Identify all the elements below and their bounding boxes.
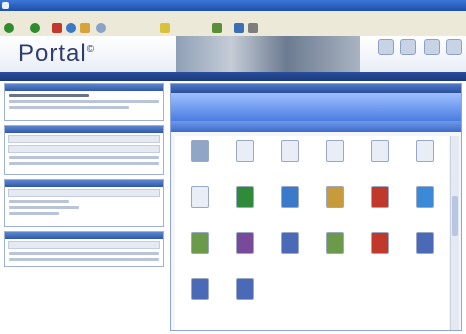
text-document-icon	[236, 140, 254, 162]
text-document-icon	[416, 140, 434, 162]
file-item[interactable]	[269, 230, 309, 270]
file-grid	[175, 136, 449, 330]
file-item[interactable]	[359, 184, 399, 224]
file-item[interactable]	[179, 230, 219, 270]
file-item[interactable]	[314, 230, 354, 270]
document-icon	[416, 232, 434, 254]
file-item[interactable]	[359, 138, 399, 178]
scrollbar-thumb[interactable]	[452, 196, 458, 236]
mail-icon[interactable]	[234, 23, 244, 33]
excel-icon	[236, 186, 254, 208]
web-icon	[416, 186, 434, 208]
media-icon[interactable]	[212, 23, 222, 33]
browser-toolbar	[0, 21, 466, 37]
file-item[interactable]	[224, 184, 264, 224]
portal-nav	[0, 72, 466, 81]
group-news-header	[5, 84, 163, 91]
image-thumbnail-icon	[191, 140, 209, 162]
pdf-icon	[371, 186, 389, 208]
file-item[interactable]	[269, 138, 309, 178]
document-icon	[236, 278, 254, 300]
logo-mark: ©	[86, 44, 96, 55]
logo-text: Portal	[18, 40, 87, 67]
file-item[interactable]	[404, 230, 444, 270]
pdf-icon	[371, 232, 389, 254]
file-item[interactable]	[224, 276, 264, 316]
documents-window	[170, 83, 462, 331]
stop-icon[interactable]	[52, 23, 62, 33]
left-column	[4, 83, 164, 331]
file-item[interactable]	[179, 138, 219, 178]
file-item[interactable]	[404, 184, 444, 224]
search-icon[interactable]	[96, 23, 106, 33]
planning-panel	[4, 231, 164, 267]
document-icon	[281, 232, 299, 254]
document-icon	[191, 278, 209, 300]
refresh-icon[interactable]	[66, 23, 76, 33]
file-item[interactable]	[179, 184, 219, 224]
file-item[interactable]	[314, 184, 354, 224]
text-document-icon	[281, 140, 299, 162]
portal-logo: Portal©	[18, 40, 95, 68]
internet-explorer-icon	[2, 2, 9, 9]
page: { "colors": { "accent": "#2f58a8", "nav"…	[0, 0, 466, 334]
planning-header	[5, 232, 163, 239]
home-icon[interactable]	[80, 23, 90, 33]
folder-actions	[171, 121, 461, 132]
header-shortcuts	[370, 37, 466, 71]
back-icon[interactable]	[4, 23, 14, 33]
text-document-icon	[191, 186, 209, 208]
image-icon	[191, 232, 209, 254]
tree-panel-header	[5, 180, 163, 187]
settings-icon[interactable]	[446, 39, 462, 55]
html-icon	[281, 186, 299, 208]
file-grid-scrollbar[interactable]	[450, 136, 459, 330]
documents-window-title	[171, 84, 461, 93]
folder-header	[171, 93, 461, 121]
contacts-icon[interactable]	[424, 39, 440, 55]
browser-window: Portal©	[0, 0, 466, 334]
file-item[interactable]	[359, 230, 399, 270]
forward-icon[interactable]	[30, 23, 40, 33]
mail-icon[interactable]	[400, 39, 416, 55]
file-item[interactable]	[314, 138, 354, 178]
file-item[interactable]	[404, 138, 444, 178]
documents-header	[5, 126, 163, 133]
window-titlebar	[0, 0, 466, 11]
group-news-panel	[4, 83, 164, 121]
tree-panel	[4, 179, 164, 227]
documents-panel	[4, 125, 164, 175]
header-banner-image	[176, 36, 360, 72]
video-icon	[236, 232, 254, 254]
file-item[interactable]	[269, 184, 309, 224]
text-document-icon	[371, 140, 389, 162]
browser-menubar	[0, 11, 466, 21]
text-document-icon	[326, 140, 344, 162]
print-icon[interactable]	[248, 23, 258, 33]
archive-icon	[326, 186, 344, 208]
file-item[interactable]	[224, 230, 264, 270]
file-item[interactable]	[179, 276, 219, 316]
calendar-icon[interactable]	[378, 39, 394, 55]
favorites-icon[interactable]	[160, 23, 170, 33]
image-icon	[326, 232, 344, 254]
file-item[interactable]	[224, 138, 264, 178]
